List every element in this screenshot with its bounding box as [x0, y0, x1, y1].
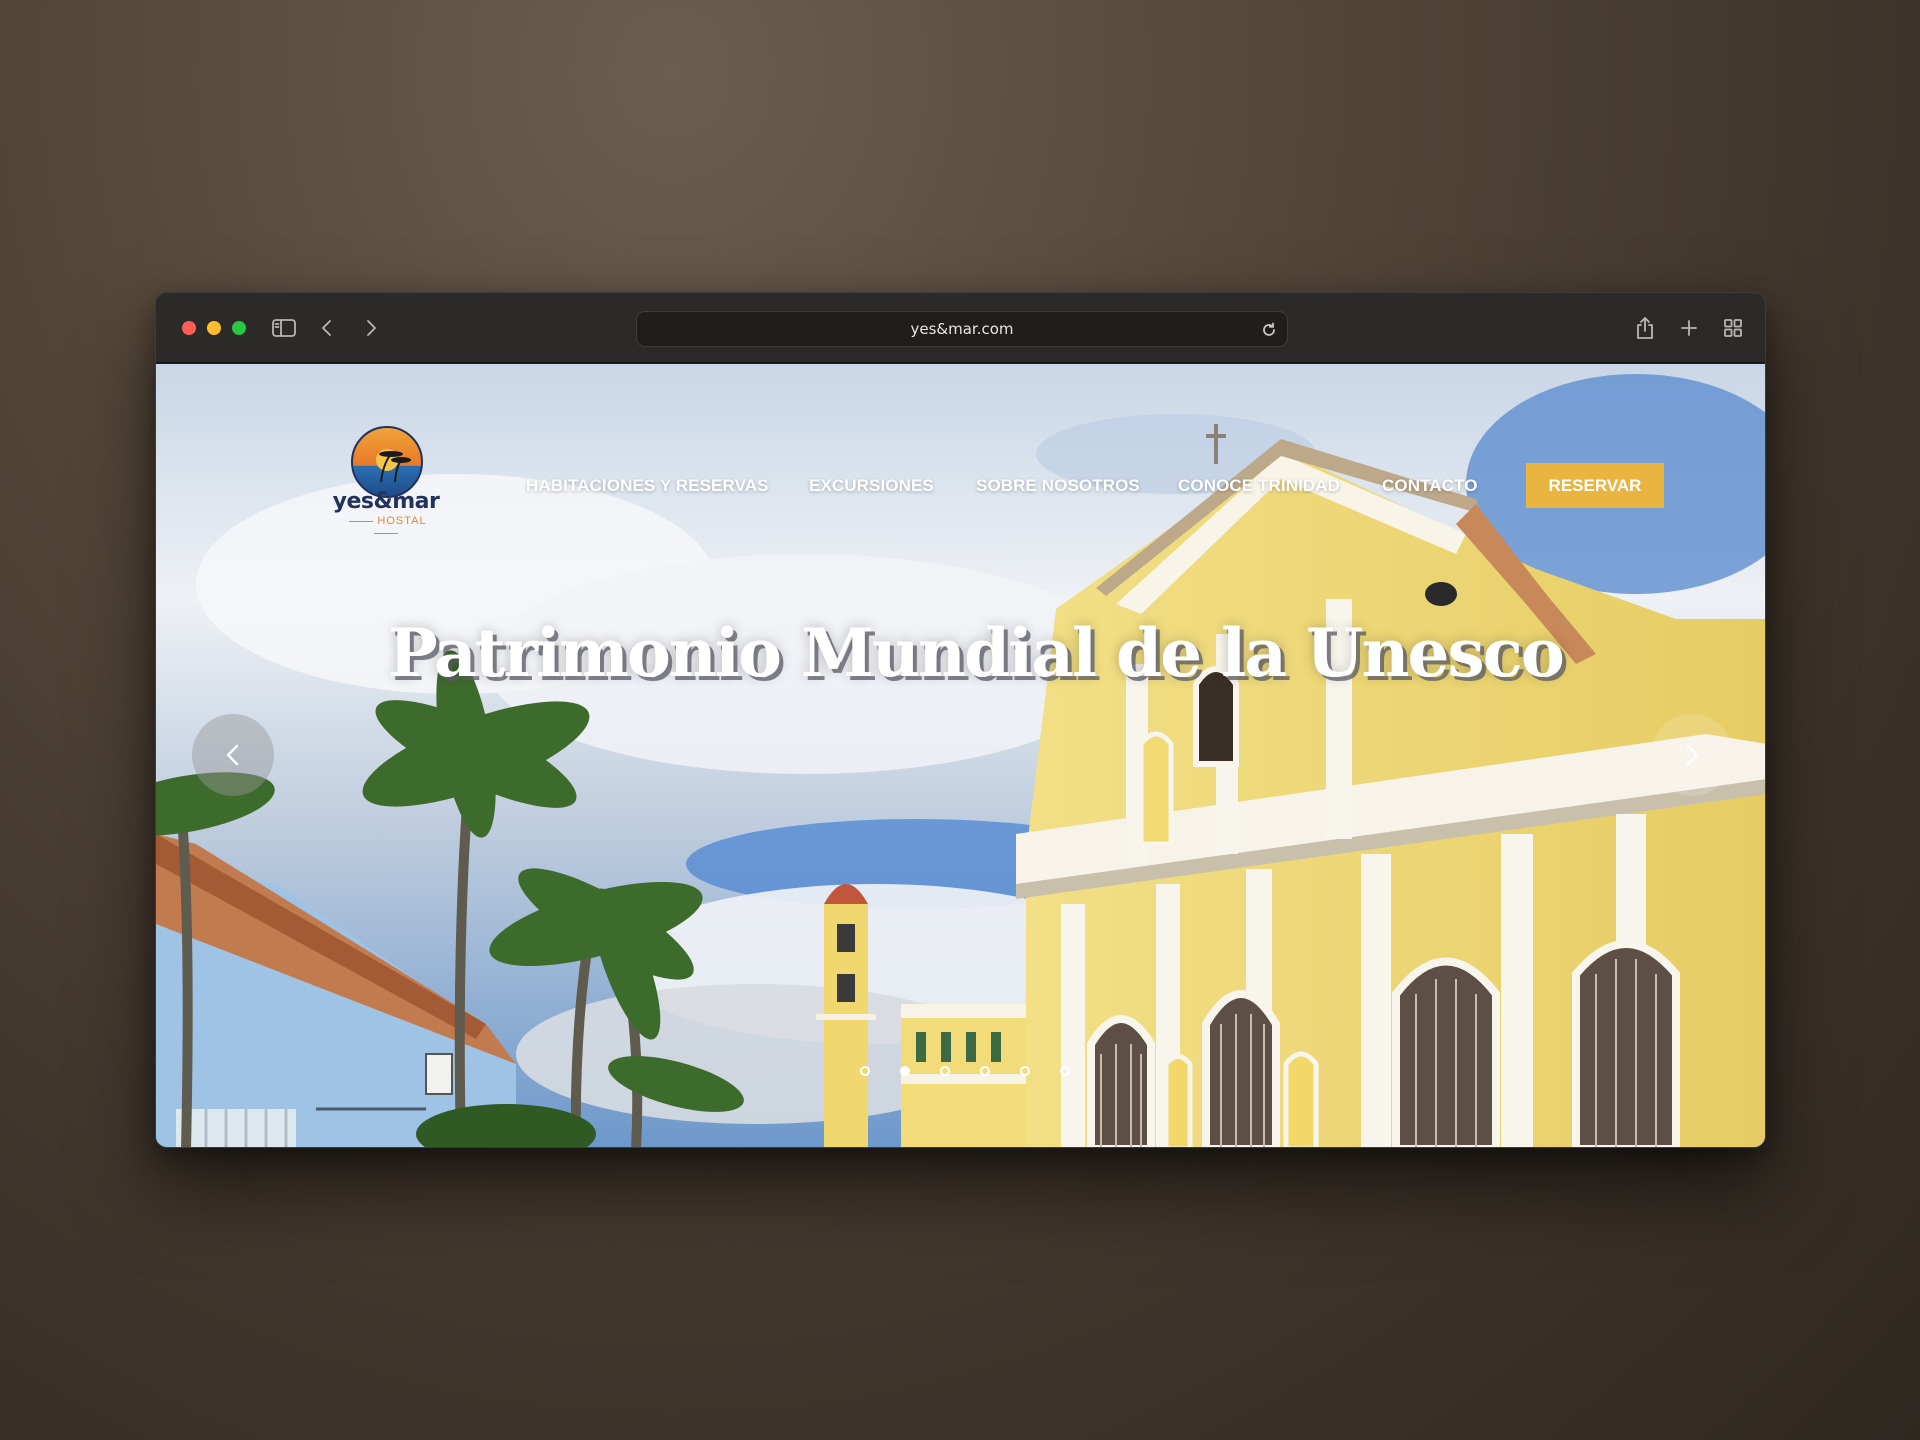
forward-button[interactable]: [355, 312, 387, 344]
slider-dot[interactable]: [1060, 1066, 1070, 1076]
new-tab-button[interactable]: [1673, 312, 1705, 344]
nav-sobre-nosotros[interactable]: SOBRE NOSOTROS: [976, 476, 1140, 496]
slider-dot[interactable]: [1020, 1066, 1030, 1076]
nav-habitaciones-y-reservas[interactable]: HABITACIONES Y RESERVAS: [526, 476, 769, 496]
hero-headline: Patrimonio Mundial de la Unesco: [388, 614, 1565, 692]
nav-conoce-trinidad[interactable]: CONOCE TRINIDAD: [1178, 476, 1340, 496]
url-text: yes&mar.com: [910, 320, 1014, 338]
browser-toolbar: yes&mar.com: [156, 293, 1765, 363]
chevron-left-icon: [226, 744, 239, 766]
slider-dot[interactable]: [860, 1066, 870, 1076]
slider-pagination: [156, 1066, 1765, 1078]
nav-contacto[interactable]: CONTACTO: [1382, 476, 1478, 496]
slider-dot-active[interactable]: [900, 1066, 910, 1076]
minimize-window-button[interactable]: [207, 321, 221, 335]
zoom-window-button[interactable]: [232, 321, 246, 335]
reload-icon[interactable]: [1259, 320, 1279, 340]
reservar-button[interactable]: RESERVAR: [1526, 463, 1664, 508]
slider-dot[interactable]: [940, 1066, 950, 1076]
back-button[interactable]: [311, 312, 343, 344]
slider-prev-button[interactable]: [192, 714, 274, 796]
close-window-button[interactable]: [182, 321, 196, 335]
tabs-grid-icon[interactable]: [1717, 312, 1749, 344]
chevron-right-icon: [1686, 744, 1699, 766]
share-icon[interactable]: [1629, 312, 1661, 344]
logo-wordmark: yes&mar: [332, 489, 440, 514]
logo-subtitle: HOSTAL: [331, 515, 441, 539]
slider-dot[interactable]: [980, 1066, 990, 1076]
slider-next-button[interactable]: [1651, 714, 1733, 796]
sidebar-icon[interactable]: [268, 312, 300, 344]
hero-slider: yes&mar HOSTAL HABITACIONES Y RESERVAS E…: [156, 364, 1765, 1147]
address-bar[interactable]: yes&mar.com: [636, 311, 1288, 347]
browser-window: yes&mar.com yes&mar HOSTAL HABITACIONES …: [155, 292, 1766, 1148]
nav-excursiones[interactable]: EXCURSIONES: [809, 476, 934, 496]
